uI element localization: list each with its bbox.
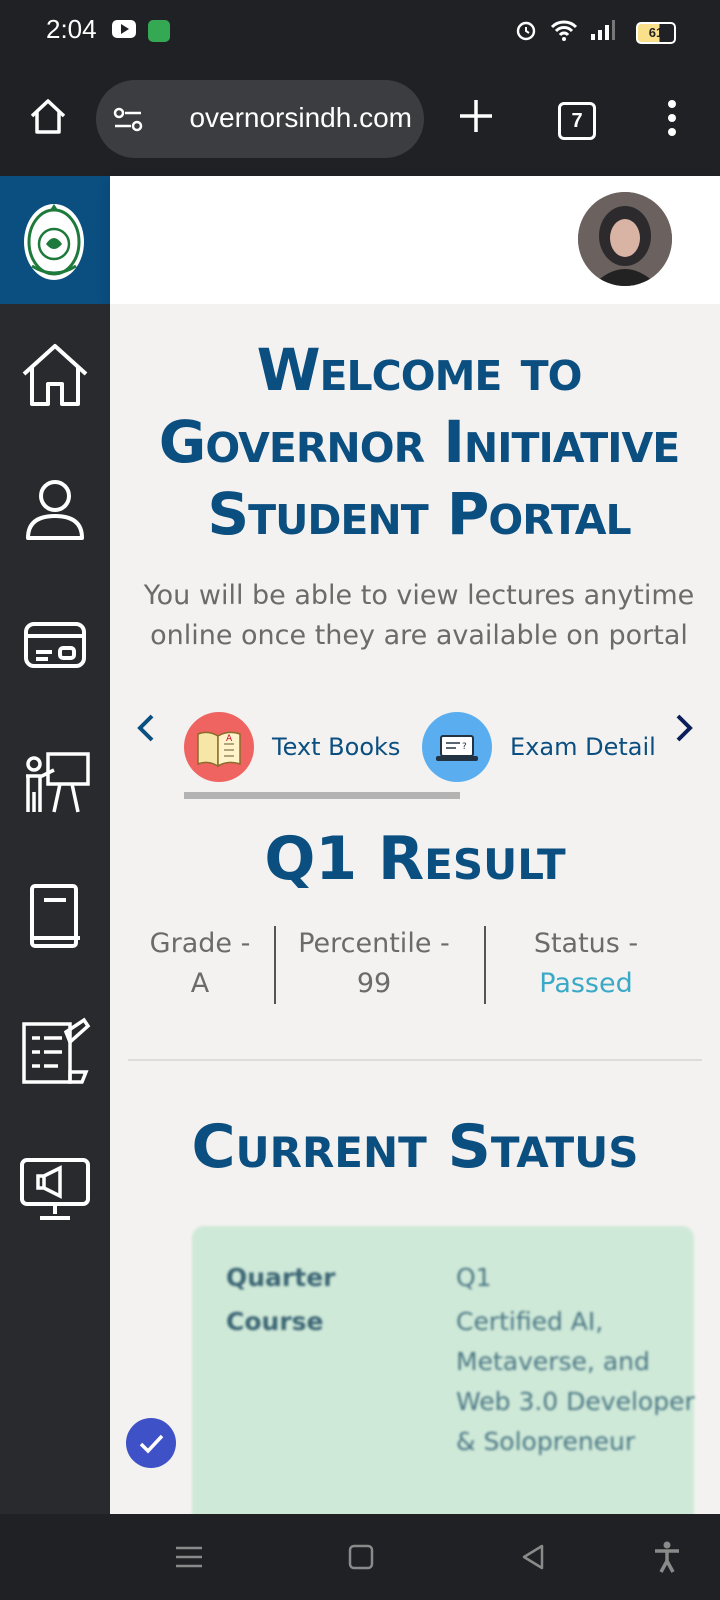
tab-switcher-button[interactable]: 7 bbox=[558, 102, 596, 140]
browser-toolbar: overnorsindh.com 7 bbox=[0, 66, 720, 176]
grade-value: A bbox=[190, 968, 210, 999]
governor-sindh-seal-logo[interactable] bbox=[20, 196, 88, 284]
current-status-title: Current Status bbox=[191, 1112, 639, 1182]
site-settings-icon[interactable] bbox=[112, 104, 144, 136]
user-photo bbox=[578, 192, 672, 286]
quarter-row: Quarter Q1 bbox=[226, 1258, 686, 1298]
status-stat: Status - Passed bbox=[506, 924, 666, 1004]
check-icon[interactable] bbox=[126, 1418, 176, 1468]
url-text[interactable]: overnorsindh.com bbox=[150, 102, 412, 134]
status-bar: 2:04 61 bbox=[0, 0, 720, 66]
svg-text:A: A bbox=[226, 734, 233, 744]
quick-link-label: Exam Detail bbox=[510, 733, 656, 761]
sidebar-nav bbox=[0, 304, 110, 1514]
exam-detail-icon: ? bbox=[422, 712, 492, 782]
welcome-subtitle: You will be able to view lectures anytim… bbox=[143, 580, 695, 651]
user-avatar[interactable] bbox=[578, 192, 672, 286]
welcome-title: Welcome to Governor Initiative Student P… bbox=[158, 336, 680, 548]
system-nav-bar bbox=[0, 1514, 720, 1600]
result-title: Q1 Result bbox=[264, 824, 566, 894]
back-icon[interactable] bbox=[516, 1540, 550, 1574]
profile-icon[interactable] bbox=[14, 468, 96, 550]
address-bar[interactable]: overnorsindh.com bbox=[96, 80, 424, 158]
new-tab-icon[interactable] bbox=[456, 96, 496, 136]
teacher-icon[interactable] bbox=[14, 740, 96, 822]
book-icon[interactable] bbox=[14, 876, 96, 958]
course-row: Course Certified AI, Metaverse, and Web … bbox=[226, 1302, 695, 1456]
home-nav-icon[interactable] bbox=[344, 1540, 378, 1574]
course-label: Course bbox=[226, 1307, 324, 1336]
svg-text:?: ? bbox=[462, 742, 467, 752]
quarter-value: Q1 bbox=[456, 1263, 492, 1292]
stat-divider bbox=[484, 926, 486, 1004]
announcement-icon[interactable] bbox=[14, 1148, 96, 1230]
percentile-stat: Percentile - 99 bbox=[286, 924, 462, 1004]
assignment-icon[interactable] bbox=[14, 1012, 96, 1094]
quarter-label: Quarter bbox=[226, 1263, 336, 1292]
section-divider bbox=[128, 1059, 702, 1061]
signal-icon bbox=[591, 20, 615, 40]
grade-label: Grade - bbox=[149, 928, 251, 959]
status-label: Status - bbox=[533, 928, 639, 959]
battery-icon: 61 bbox=[636, 22, 676, 44]
id-card-icon[interactable] bbox=[14, 604, 96, 686]
main-content: Welcome to Governor Initiative Student P… bbox=[110, 304, 720, 1514]
status-time: 2:04 bbox=[46, 14, 97, 44]
course-value: Certified AI, Metaverse, and Web 3.0 Dev… bbox=[456, 1307, 695, 1456]
chevron-left-icon[interactable] bbox=[134, 712, 158, 744]
recent-apps-icon[interactable] bbox=[172, 1540, 206, 1574]
app-notification-icon bbox=[148, 20, 170, 42]
percentile-value: 99 bbox=[356, 968, 392, 999]
status-icons bbox=[514, 18, 616, 42]
quick-link-label: Text Books bbox=[272, 733, 401, 761]
current-status-card: Quarter Q1 Course Certified AI, Metavers… bbox=[192, 1226, 695, 1514]
percentile-label: Percentile - bbox=[298, 928, 450, 959]
youtube-notification-icon bbox=[112, 20, 136, 38]
carousel-scrollbar[interactable] bbox=[184, 792, 460, 799]
status-value: Passed bbox=[539, 968, 633, 999]
quick-link-exam-detail[interactable]: ? Exam Detail bbox=[422, 712, 656, 782]
wifi-icon bbox=[550, 20, 578, 41]
accessibility-icon[interactable] bbox=[650, 1540, 684, 1574]
home-icon[interactable] bbox=[28, 96, 68, 136]
home-icon[interactable] bbox=[14, 334, 96, 416]
more-options-icon[interactable] bbox=[662, 98, 682, 138]
quick-link-text-books[interactable]: A Text Books bbox=[184, 712, 400, 782]
text-books-icon: A bbox=[184, 712, 254, 782]
grade-stat: Grade - A bbox=[136, 924, 264, 1004]
alarm-icon bbox=[516, 21, 536, 41]
stat-divider bbox=[274, 926, 276, 1004]
chevron-right-icon[interactable] bbox=[672, 712, 696, 744]
